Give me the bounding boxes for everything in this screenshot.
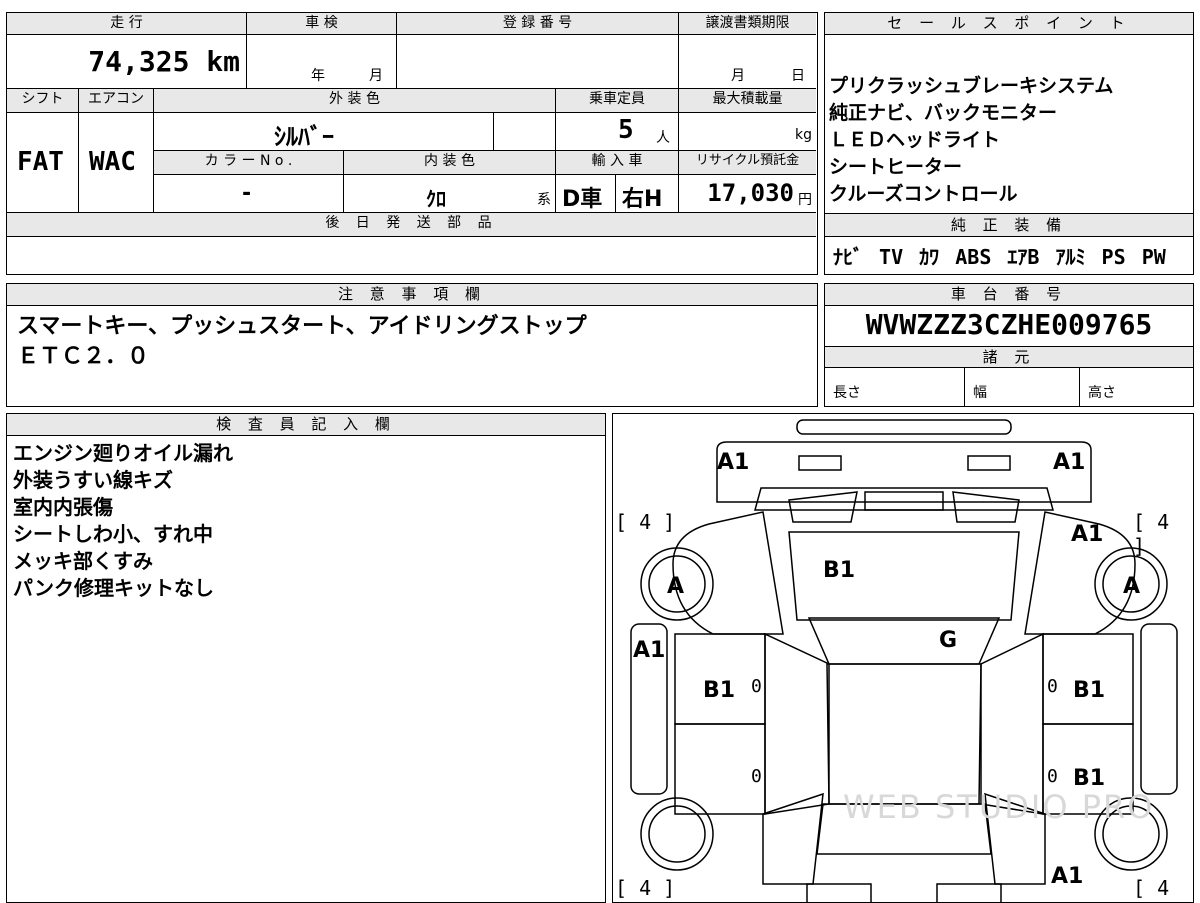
note-line: スマートキー、プッシュスタート、アイドリングストップ [17,314,587,339]
equipment-item: ﾅﾋﾞ [833,245,863,269]
mark-wheel-right: A [1123,574,1141,599]
genuine-equipment-label: 純 正 装 備 [825,213,1193,237]
mark-front-left: A1 [717,450,750,475]
mark-door-right-front: B1 [1073,678,1106,703]
inspector-line: 室内内張傷 [13,495,113,519]
max-load-label: 最大積載量 [679,89,816,113]
import-value-2: 右H [622,187,663,212]
transfer-month: 月 [731,68,745,84]
height-label: 高さ [1088,385,1116,401]
inspector-line: エンジン廻りオイル漏れ [13,441,233,465]
exterior-color-label: 外 装 色 [154,89,556,113]
sales-points-label: セ ー ル ス ポ イ ン ト [825,13,1193,35]
transfer-deadline-label: 譲渡書類期限 [679,13,816,35]
inspection-year: 年 [311,68,325,84]
chassis-label: 車 台 番 号 [825,284,1193,306]
watermark: WEB STUDIO PRO [843,788,1155,826]
zero-left-front: 0 [751,676,762,697]
tire-front-right: [ 4 ] [1133,510,1170,558]
tire-front-left: [ 4 ] [615,510,676,534]
vehicle-info-table: 走 行 車 検 登 録 番 号 譲渡書類期限 74,325 km 年 月 月 日… [6,12,818,275]
recycle-value: 17,030 [707,179,794,207]
chassis-box: 車 台 番 号 WVWZZZ3CZHE009765 諸 元 長さ 幅 高さ [824,283,1194,407]
mileage-value: 74,325 km [88,45,240,78]
interior-color-suffix: 系 [537,192,551,208]
zero-right-front: 0 [1047,676,1058,697]
inspector-line: 外装うすい線キズ [13,468,173,492]
sales-points-box: セ ー ル ス ポ イ ン ト プリクラッシュブレーキシステム 純正ナビ、バック… [824,12,1194,275]
inspection-month: 月 [369,68,383,84]
sales-point-item: クルーズコントロール [829,183,1018,205]
note-line: ＥＴＣ２．０ [17,344,150,369]
color-no-label: カ ラ ー N o . [154,151,344,175]
registration-value [397,35,679,89]
inspector-box: 検 査 員 記 入 欄 エンジン廻りオイル漏れ 外装うすい線キズ 室内内張傷 シ… [6,413,606,903]
capacity-value: 5 [618,115,634,145]
equipment-item: ABS [955,245,992,269]
inspector-label: 検 査 員 記 入 欄 [7,414,605,436]
sales-point-item: シートヒーター [829,156,963,178]
mark-door-left-side: A1 [633,638,666,663]
equipment-item: PW [1141,245,1166,269]
tire-rear-left: [ 4 ] [615,876,676,900]
sales-points-list: プリクラッシュブレーキシステム 純正ナビ、バックモニター ＬＥＤヘッドライト シ… [829,73,1113,208]
width-label: 幅 [973,385,987,401]
length-label: 長さ [833,385,861,401]
interior-color-value: ｸﾛ [426,187,446,211]
genuine-equipment-list: ﾅﾋﾞ TV ｶﾜ ABS ｴｱB ｱﾙﾐ PS PW [833,241,1166,270]
import-label: 輸 入 車 [556,151,679,175]
sales-point-item: 純正ナビ、バックモニター [829,102,1058,124]
mark-roof: G [939,628,958,653]
transfer-day: 日 [791,68,805,84]
mark-wheel-left: A [667,574,685,599]
shift-value: FAT [17,147,64,177]
registration-label: 登 録 番 号 [397,13,679,35]
inspector-line: シートしわ小、すれ中 [13,522,213,546]
mileage-label: 走 行 [7,13,247,35]
recycle-unit: 円 [798,192,812,208]
max-load-unit: kg [795,127,812,143]
interior-color-label: 内 装 色 [344,151,556,175]
inspection-label: 車 検 [247,13,397,35]
later-parts-label: 後 日 発 送 部 品 [7,213,816,237]
chassis-number: WVWZZZ3CZHE009765 [865,308,1153,341]
shift-label: シフト [7,89,79,113]
mark-hood: B1 [823,558,856,583]
capacity-label: 乗車定員 [556,89,679,113]
mark-rear-right: A1 [1051,864,1084,889]
sales-point-item: プリクラッシュブレーキシステム [829,75,1114,97]
zero-right-rear: 0 [1047,766,1058,787]
capacity-unit: 人 [656,130,670,146]
mark-fender-right: A1 [1071,522,1104,547]
equipment-item: ｱﾙﾐ [1055,245,1086,269]
equipment-item: PS [1101,245,1126,269]
specs-label: 諸 元 [825,346,1193,368]
ac-value: WAC [89,147,136,177]
recycle-label: リサイクル預託金 [679,151,816,175]
mark-front-right: A1 [1053,450,1086,475]
zero-left-rear: 0 [751,766,762,787]
damage-diagram: A1 A1 A1 A A A1 B1 G B1 B1 B1 A1 0 0 0 0… [612,413,1194,903]
sales-point-item: ＬＥＤヘッドライト [829,129,1001,151]
equipment-item: ｶﾜ [919,245,940,269]
car-outline [630,419,1178,902]
notes-box: 注 意 事 項 欄 スマートキー、プッシュスタート、アイドリングストップ ＥＴＣ… [6,283,818,407]
inspector-line: メッキ部くすみ [13,549,153,573]
tire-rear-right: [ 4 ] [1133,876,1170,902]
notes-label: 注 意 事 項 欄 [7,284,817,306]
import-value-1: D車 [562,187,603,212]
ac-label: エアコン [79,89,154,113]
inspector-line: パンク修理キットなし [13,576,214,600]
exterior-color-value: ｼﾙﾊﾞｰ [274,123,334,151]
mark-door-left-front: B1 [703,678,736,703]
equipment-item: TV [879,245,904,269]
equipment-item: ｴｱB [1007,245,1040,269]
color-no-value: - [242,181,252,206]
